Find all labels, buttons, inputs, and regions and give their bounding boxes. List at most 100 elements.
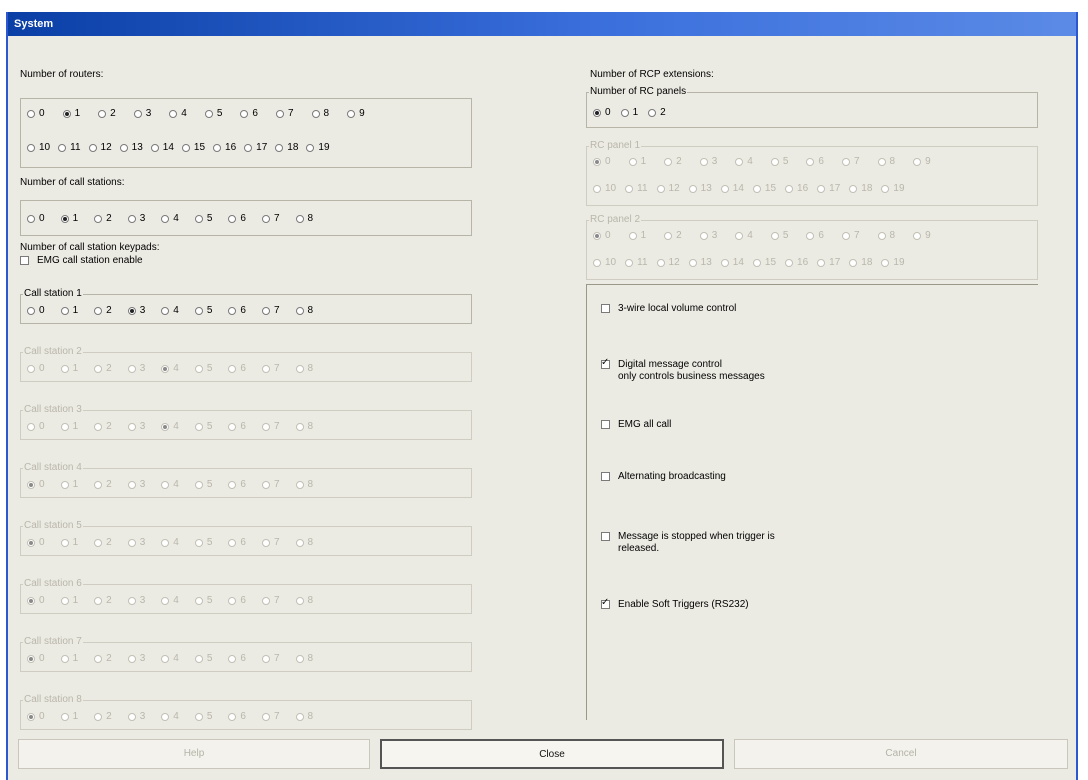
keypad-5-option-5[interactable]: 5	[194, 537, 212, 548]
keypad-1-option-3[interactable]: 3	[127, 305, 145, 316]
keypad-1-option-1[interactable]: 1	[60, 305, 78, 316]
keypad-2-option-5[interactable]: 5	[194, 363, 212, 374]
keypad-4-option-8[interactable]: 8	[295, 479, 313, 490]
keypad-8-option-8[interactable]: 8	[295, 711, 313, 722]
keypad-2-option-0[interactable]: 0	[27, 363, 45, 374]
call-stations-option-7[interactable]: 7	[261, 213, 280, 224]
keypad-5-option-8[interactable]: 8	[295, 537, 313, 548]
keypad-2-option-7[interactable]: 7	[261, 363, 280, 374]
rc-panel-1-option-14[interactable]: 14	[720, 183, 744, 194]
routers-option-10[interactable]: 10	[27, 142, 50, 153]
routers-option-4[interactable]: 4	[169, 108, 187, 119]
keypad-6-option-6[interactable]: 6	[228, 595, 246, 606]
keypad-7-option-0[interactable]: 0	[27, 653, 45, 664]
option-5[interactable]: Message is stopped when trigger is relea…	[601, 531, 775, 555]
option-1[interactable]: 3-wire local volume control	[601, 303, 736, 315]
keypad-8-option-3[interactable]: 3	[127, 711, 145, 722]
keypad-5-option-7[interactable]: 7	[261, 537, 280, 548]
keypad-6-option-2[interactable]: 2	[94, 595, 112, 606]
rc-panel-2-option-15[interactable]: 15	[752, 257, 776, 268]
emg-call-station-checkbox[interactable]	[20, 256, 29, 265]
rc-panel-1-option-2[interactable]: 2	[664, 156, 682, 167]
keypad-8-option-1[interactable]: 1	[60, 711, 78, 722]
rc-panel-1-option-7[interactable]: 7	[841, 156, 860, 167]
keypad-6-option-8[interactable]: 8	[295, 595, 313, 606]
rc-panel-2-option-12[interactable]: 12	[656, 257, 680, 268]
keypad-7-option-3[interactable]: 3	[127, 653, 145, 664]
routers-option-0[interactable]: 0	[27, 108, 45, 119]
keypad-3-option-6[interactable]: 6	[228, 421, 246, 432]
call-stations-option-1[interactable]: 1	[60, 213, 78, 224]
keypad-3-option-1[interactable]: 1	[60, 421, 78, 432]
keypad-4-option-5[interactable]: 5	[194, 479, 212, 490]
rc-panel-1-option-9[interactable]: 9	[913, 156, 931, 167]
keypad-8-option-4[interactable]: 4	[161, 711, 179, 722]
call-stations-option-2[interactable]: 2	[94, 213, 112, 224]
rc-panel-2-option-5[interactable]: 5	[770, 230, 788, 241]
call-stations-option-0[interactable]: 0	[27, 213, 45, 224]
keypad-3-option-0[interactable]: 0	[27, 421, 45, 432]
call-stations-option-4[interactable]: 4	[161, 213, 179, 224]
rc-panel-2-option-6[interactable]: 6	[806, 230, 824, 241]
rc-panel-2-option-1[interactable]: 1	[628, 230, 646, 241]
keypad-4-option-7[interactable]: 7	[261, 479, 280, 490]
routers-option-6[interactable]: 6	[240, 108, 258, 119]
rc-panel-2-option-7[interactable]: 7	[841, 230, 860, 241]
call-stations-option-3[interactable]: 3	[127, 213, 145, 224]
keypad-4-option-3[interactable]: 3	[127, 479, 145, 490]
call-stations-option-8[interactable]: 8	[295, 213, 313, 224]
keypad-8-option-6[interactable]: 6	[228, 711, 246, 722]
routers-option-2[interactable]: 2	[98, 108, 116, 119]
routers-option-16[interactable]: 16	[213, 142, 236, 153]
keypad-6-option-5[interactable]: 5	[194, 595, 212, 606]
rc-panel-2-option-16[interactable]: 16	[785, 257, 808, 268]
keypad-1-option-7[interactable]: 7	[261, 305, 280, 316]
keypad-7-option-2[interactable]: 2	[94, 653, 112, 664]
rc-panel-1-option-12[interactable]: 12	[656, 183, 680, 194]
routers-option-11[interactable]: 11	[58, 142, 81, 153]
keypad-4-option-2[interactable]: 2	[94, 479, 112, 490]
keypad-7-option-6[interactable]: 6	[228, 653, 246, 664]
rc-panel-1-option-8[interactable]: 8	[877, 156, 895, 167]
rc-panel-1-option-4[interactable]: 4	[735, 156, 753, 167]
rc-panel-1-option-17[interactable]: 17	[817, 183, 840, 194]
keypad-8-option-0[interactable]: 0	[27, 711, 45, 722]
help-button[interactable]: Help	[18, 739, 370, 769]
keypad-5-option-2[interactable]: 2	[94, 537, 112, 548]
rc-panel-1-option-10[interactable]: 10	[593, 183, 616, 194]
rc-panel-1-option-5[interactable]: 5	[770, 156, 788, 167]
keypad-1-option-4[interactable]: 4	[161, 305, 179, 316]
routers-option-8[interactable]: 8	[311, 108, 329, 119]
keypad-8-option-2[interactable]: 2	[94, 711, 112, 722]
keypad-7-option-5[interactable]: 5	[194, 653, 212, 664]
option-checkbox[interactable]	[601, 357, 610, 369]
keypad-5-option-0[interactable]: 0	[27, 537, 45, 548]
keypad-2-option-4[interactable]: 4	[161, 363, 179, 374]
keypad-7-option-4[interactable]: 4	[161, 653, 179, 664]
rc-panel-2-option-3[interactable]: 3	[699, 230, 717, 241]
option-checkbox[interactable]	[601, 472, 610, 481]
rc-panel-2-option-0[interactable]: 0	[593, 230, 611, 241]
keypad-2-option-6[interactable]: 6	[228, 363, 246, 374]
keypad-6-option-3[interactable]: 3	[127, 595, 145, 606]
keypad-4-option-0[interactable]: 0	[27, 479, 45, 490]
rc-panel-1-option-11[interactable]: 11	[625, 183, 648, 194]
keypad-1-option-0[interactable]: 0	[27, 305, 45, 316]
keypad-4-option-4[interactable]: 4	[161, 479, 179, 490]
keypad-3-option-2[interactable]: 2	[94, 421, 112, 432]
keypad-5-option-1[interactable]: 1	[60, 537, 78, 548]
keypad-1-option-5[interactable]: 5	[194, 305, 212, 316]
keypad-7-option-8[interactable]: 8	[295, 653, 313, 664]
keypad-8-option-7[interactable]: 7	[261, 711, 280, 722]
rc-panel-2-option-9[interactable]: 9	[913, 230, 931, 241]
option-checkbox[interactable]	[601, 597, 610, 609]
rc-panel-2-option-14[interactable]: 14	[720, 257, 744, 268]
rc-panel-2-option-18[interactable]: 18	[849, 257, 872, 268]
close-button[interactable]: Close	[380, 739, 724, 769]
keypad-6-option-4[interactable]: 4	[161, 595, 179, 606]
rc-panel-1-option-13[interactable]: 13	[688, 183, 712, 194]
call-stations-option-6[interactable]: 6	[228, 213, 246, 224]
keypad-2-option-3[interactable]: 3	[127, 363, 145, 374]
keypad-2-option-8[interactable]: 8	[295, 363, 313, 374]
keypad-7-option-7[interactable]: 7	[261, 653, 280, 664]
